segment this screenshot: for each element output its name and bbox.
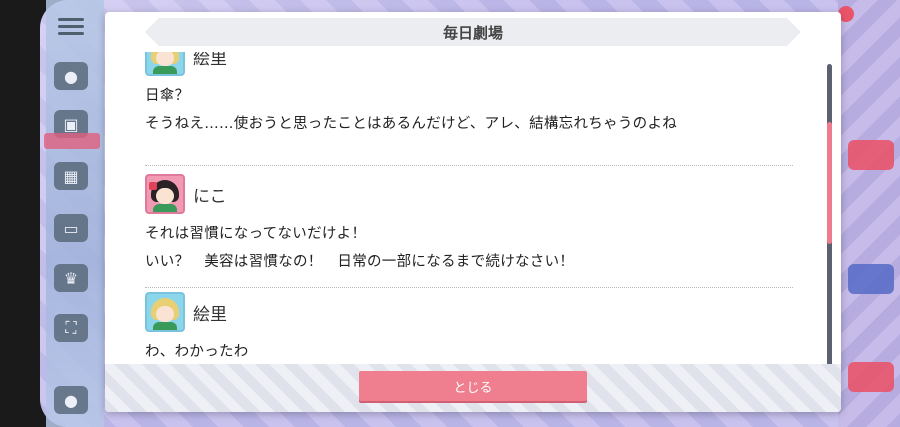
dialogue-line: 日傘？ <box>145 88 190 104</box>
speaker-name: 絵里 <box>193 304 227 325</box>
event-chip[interactable] <box>848 140 894 170</box>
dialog-footer: とじる <box>105 364 841 412</box>
speaker-row: 絵里 <box>145 52 793 76</box>
conversation-entry: 絵里 日傘？ そうねえ……使おうと思ったことはあるんだけど、アレ、結構忘れちゃう… <box>145 52 793 166</box>
profile-icon[interactable]: ● <box>54 386 88 414</box>
speaker-row: 絵里 <box>145 292 793 332</box>
screen-icon[interactable]: ▭ <box>54 214 88 242</box>
avatar-eli <box>145 52 185 76</box>
menu-icon[interactable] <box>54 12 88 40</box>
conversation-entry: 絵里 わ、わかったわ <box>145 292 793 372</box>
close-button[interactable]: とじる <box>359 371 587 401</box>
chat-icon[interactable]: ● <box>54 62 88 90</box>
dialog-header: 毎日劇場 <box>145 18 801 46</box>
avatar-eli <box>145 292 185 332</box>
dialogue-line: それは習慣になってないだけよ！ <box>145 226 367 242</box>
crown-icon[interactable]: ♛ <box>54 264 88 292</box>
gift-icon[interactable]: ▦ <box>54 162 88 190</box>
dialog-title: 毎日劇場 <box>442 23 503 42</box>
conversation-entry: にこ それは習慣になってないだけよ！ いい？ 美容は習慣なの！ 日常の一部になる… <box>145 170 793 288</box>
speaker-name: にこ <box>193 186 227 207</box>
scrollbar-thumb[interactable] <box>827 122 832 244</box>
entry-divider <box>145 287 793 288</box>
bottom-chip[interactable] <box>848 362 894 392</box>
merge-chip[interactable] <box>848 264 894 294</box>
avatar-nico <box>145 174 185 214</box>
dialogue-line: わ、わかったわ <box>145 344 249 360</box>
expand-icon[interactable]: ⛶ <box>54 314 88 342</box>
dialogue-line: いい？ 美容は習慣なの！ 日常の一部になるまで続けなさい！ <box>145 254 575 270</box>
daily-theater-dialog: 毎日劇場 絵里 日傘？ そうねえ……使おうと思ったことはあるんだけど、アレ、結構… <box>105 12 841 412</box>
conversation-log[interactable]: 絵里 日傘？ そうねえ……使おうと思ったことはあるんだけど、アレ、結構忘れちゃう… <box>105 52 841 372</box>
speaker-row: にこ <box>145 174 793 214</box>
present-badge <box>44 133 100 149</box>
entry-divider <box>145 165 793 166</box>
dialogue-line: そうねえ……使おうと思ったことはあるんだけど、アレ、結構忘れちゃうのよね <box>145 116 678 132</box>
speaker-name: 絵里 <box>193 52 227 69</box>
